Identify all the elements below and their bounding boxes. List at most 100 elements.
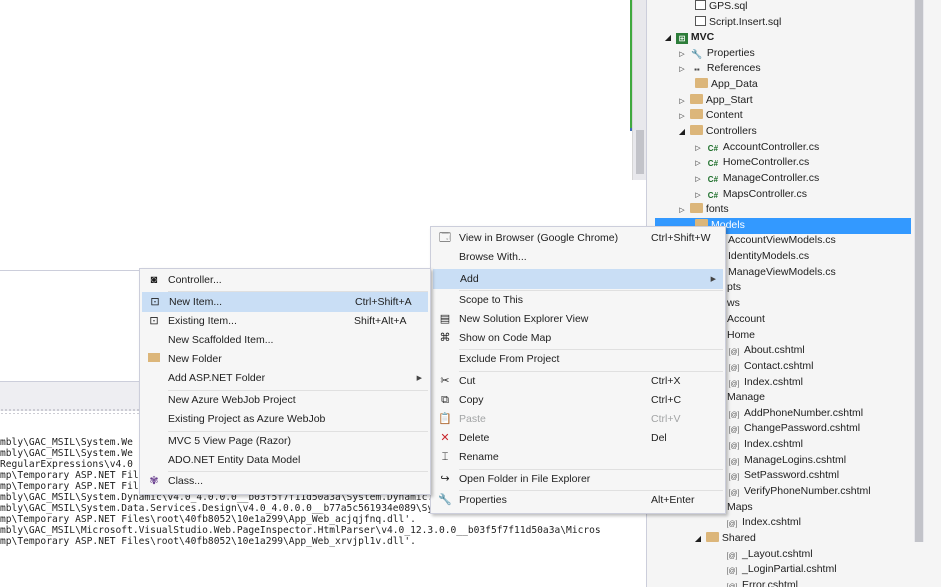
tree-item-label: References bbox=[706, 62, 761, 74]
tree-item-contact-cshtml[interactable]: [@] Contact.cshtml bbox=[727, 359, 814, 375]
solution-explorer-scroll-thumb[interactable] bbox=[915, 0, 923, 542]
menu-item-cut[interactable]: ✂ Cut Ctrl+X bbox=[433, 372, 723, 392]
menu-item-existing-project-webjob[interactable]: Existing Project as Azure WebJob bbox=[142, 410, 428, 430]
expand-arrow-icon[interactable]: ◢ bbox=[677, 124, 687, 140]
tree-item-mvc-project[interactable]: ◢ ⊞ MVC bbox=[663, 30, 714, 46]
tree-item-maps-controller[interactable]: ▷ C# MapsController.cs bbox=[693, 187, 807, 203]
tree-item-views-maps[interactable]: Maps bbox=[727, 500, 753, 516]
menu-item-open-folder[interactable]: ↪ Open Folder in File Explorer bbox=[433, 470, 723, 490]
tree-item-fonts[interactable]: ▷ fonts bbox=[677, 202, 729, 218]
tree-item-views-home[interactable]: Home bbox=[727, 328, 755, 344]
submenu-arrow-icon: ▶ bbox=[416, 375, 422, 382]
sql-file-icon bbox=[695, 16, 706, 26]
copy-icon: ⧉ bbox=[441, 394, 449, 406]
tree-item-account-view-models[interactable]: C#AccountViewModels.cs bbox=[711, 233, 836, 249]
output-line: mp\Temporary ASP.NET Files\root\40fb8052… bbox=[0, 514, 416, 525]
tree-item-app-data[interactable]: App_Data bbox=[695, 77, 758, 93]
output-line: mbly\GAC_MSIL\Microsoft.VisualStudio.Web… bbox=[0, 525, 601, 536]
editor-scroll-thumb[interactable] bbox=[636, 130, 644, 174]
tree-item-label: IdentityModels.cs bbox=[728, 250, 810, 262]
tree-item-script-insert-sql[interactable]: Script.Insert.sql bbox=[695, 15, 781, 31]
tree-item-manage-controller[interactable]: ▷ C# ManageController.cs bbox=[693, 171, 819, 187]
menu-item-label: Open Folder in File Explorer bbox=[459, 473, 591, 485]
editor-vertical-scrollbar[interactable] bbox=[632, 0, 646, 180]
new-item-icon: ⊡ bbox=[150, 296, 160, 308]
menu-item-new-azure-webjob[interactable]: New Azure WebJob Project bbox=[142, 391, 428, 411]
menu-item-label: Add bbox=[460, 273, 479, 285]
tree-item-references[interactable]: ▷ ▪▪ References bbox=[677, 61, 761, 78]
menu-item-delete[interactable]: ✕ Delete Del bbox=[433, 429, 723, 449]
tree-item-index-cshtml[interactable]: [@] Index.cshtml bbox=[727, 375, 803, 391]
menu-item-scope-to-this[interactable]: Scope to This bbox=[433, 291, 723, 311]
tree-item-maps-index[interactable]: [@] Index.cshtml bbox=[725, 515, 801, 531]
menu-item-new-scaffolded-item[interactable]: New Scaffolded Item... bbox=[142, 331, 428, 351]
tree-item-label: Index.cshtml bbox=[744, 438, 803, 450]
cshtml-file-icon: [@] bbox=[728, 474, 740, 481]
menu-item-new-solution-explorer-view[interactable]: ▤ New Solution Explorer View bbox=[433, 310, 723, 330]
menu-item-browse-with[interactable]: Browse With... bbox=[433, 248, 723, 268]
menu-item-view-in-browser[interactable]: 🗔 View in Browser (Google Chrome) Ctrl+Shi… bbox=[433, 229, 723, 249]
tree-item-set-password[interactable]: [@] SetPassword.cshtml bbox=[727, 468, 840, 484]
menu-item-exclude-from-project[interactable]: Exclude From Project bbox=[433, 350, 723, 370]
menu-item-shortcut: Alt+Enter bbox=[651, 494, 695, 506]
expand-arrow-icon[interactable]: ◢ bbox=[663, 30, 673, 46]
tree-item-error[interactable]: [@]Error.cshtml bbox=[725, 578, 799, 587]
tree-item-controllers[interactable]: ◢ Controllers bbox=[677, 124, 757, 140]
menu-item-properties[interactable]: 🔧 Properties Alt+Enter bbox=[433, 491, 723, 511]
cshtml-file-icon: [@] bbox=[728, 490, 740, 497]
tree-item-about-cshtml[interactable]: [@] About.cshtml bbox=[727, 343, 805, 359]
tree-item-scripts[interactable]: pts bbox=[727, 280, 741, 296]
references-icon: ▪▪ bbox=[694, 65, 700, 74]
menu-item-shortcut: Shift+Alt+A bbox=[354, 315, 407, 327]
tree-item-views-shared[interactable]: ◢ Shared bbox=[693, 531, 756, 547]
tree-item-layout[interactable]: [@] _Layout.cshtml bbox=[725, 547, 813, 563]
csharp-file-icon: C# bbox=[707, 159, 719, 168]
tree-item-manage-index[interactable]: [@] Index.cshtml bbox=[727, 437, 803, 453]
menu-item-add-aspnet-folder[interactable]: Add ASP.NET Folder ▶ bbox=[142, 369, 428, 389]
tree-item-change-password[interactable]: [@] ChangePassword.cshtml bbox=[727, 421, 861, 437]
menu-item-new-item[interactable]: ⊡ New Item... Ctrl+Shift+A bbox=[142, 292, 428, 312]
menu-item-shortcut: Ctrl+X bbox=[651, 375, 681, 387]
menu-item-rename[interactable]: ⌶ Rename bbox=[433, 448, 723, 468]
solution-explorer-scrollbar[interactable] bbox=[914, 0, 924, 542]
tree-item-properties[interactable]: ▷ 🔧 Properties bbox=[677, 46, 754, 62]
tree-item-views-account[interactable]: Account bbox=[727, 312, 765, 328]
menu-item-controller[interactable]: ◙ Controller... bbox=[142, 271, 428, 291]
folder-open-icon bbox=[689, 125, 703, 135]
tree-item-home-controller[interactable]: ▷ C# HomeController.cs bbox=[693, 155, 809, 171]
menu-item-shortcut: Ctrl+V bbox=[651, 413, 681, 425]
tree-item-add-phone-number[interactable]: [@] AddPhoneNumber.cshtml bbox=[727, 406, 864, 422]
context-menu: 🗔 View in Browser (Google Chrome) Ctrl+Shi… bbox=[430, 226, 726, 514]
menu-item-add[interactable]: Add ▶ bbox=[433, 269, 723, 289]
cshtml-file-icon: [@] bbox=[728, 459, 740, 466]
tree-item-gps-sql[interactable]: GPS.sql bbox=[695, 0, 748, 15]
tree-item-label: AccountController.cs bbox=[722, 141, 820, 153]
menu-item-show-on-code-map[interactable]: ⌘ Show on Code Map bbox=[433, 329, 723, 349]
collapse-arrow-icon[interactable]: ▷ bbox=[677, 109, 687, 125]
folder-icon bbox=[695, 78, 708, 88]
tree-item-manage-view-models[interactable]: C#ManageViewModels.cs bbox=[711, 265, 836, 281]
menu-item-class[interactable]: ✾ Class... bbox=[142, 472, 428, 492]
tree-item-manage-logins[interactable]: [@] ManageLogins.cshtml bbox=[727, 453, 847, 469]
collapse-arrow-icon[interactable]: ▷ bbox=[677, 203, 687, 219]
menu-item-ado-entity-model[interactable]: ADO.NET Entity Data Model bbox=[142, 451, 428, 471]
tree-item-views-manage[interactable]: Manage bbox=[727, 390, 765, 406]
tree-item-label: pts bbox=[727, 281, 742, 293]
tree-item-app-start[interactable]: ▷ App_Start bbox=[677, 93, 753, 109]
collapse-arrow-icon[interactable]: ▷ bbox=[693, 172, 703, 188]
menu-item-mvc5-view-page[interactable]: MVC 5 View Page (Razor) bbox=[142, 432, 428, 452]
tree-item-verify-phone-number[interactable]: [@] VerifyPhoneNumber.cshtml bbox=[727, 484, 871, 500]
tree-item-content[interactable]: ▷ Content bbox=[677, 108, 743, 124]
menu-item-paste[interactable]: 📋 Paste Ctrl+V bbox=[433, 410, 723, 430]
tree-item-login-partial[interactable]: [@] _LoginPartial.cshtml bbox=[725, 562, 837, 578]
collapse-arrow-icon[interactable]: ▷ bbox=[693, 156, 703, 172]
expand-arrow-icon[interactable]: ◢ bbox=[693, 531, 703, 547]
menu-item-label: New Solution Explorer View bbox=[459, 313, 589, 325]
tree-item-account-controller[interactable]: ▷ C# AccountController.cs bbox=[693, 140, 819, 156]
menu-item-label: View in Browser (Google Chrome) bbox=[459, 232, 619, 244]
menu-item-copy[interactable]: ⧉ Copy Ctrl+C bbox=[433, 391, 723, 411]
collapse-arrow-icon[interactable]: ▷ bbox=[677, 62, 687, 78]
menu-item-new-folder[interactable]: New Folder bbox=[142, 350, 428, 370]
menu-item-existing-item[interactable]: ⊡ Existing Item... Shift+Alt+A bbox=[142, 312, 428, 332]
tree-item-views[interactable]: ws bbox=[727, 296, 740, 312]
